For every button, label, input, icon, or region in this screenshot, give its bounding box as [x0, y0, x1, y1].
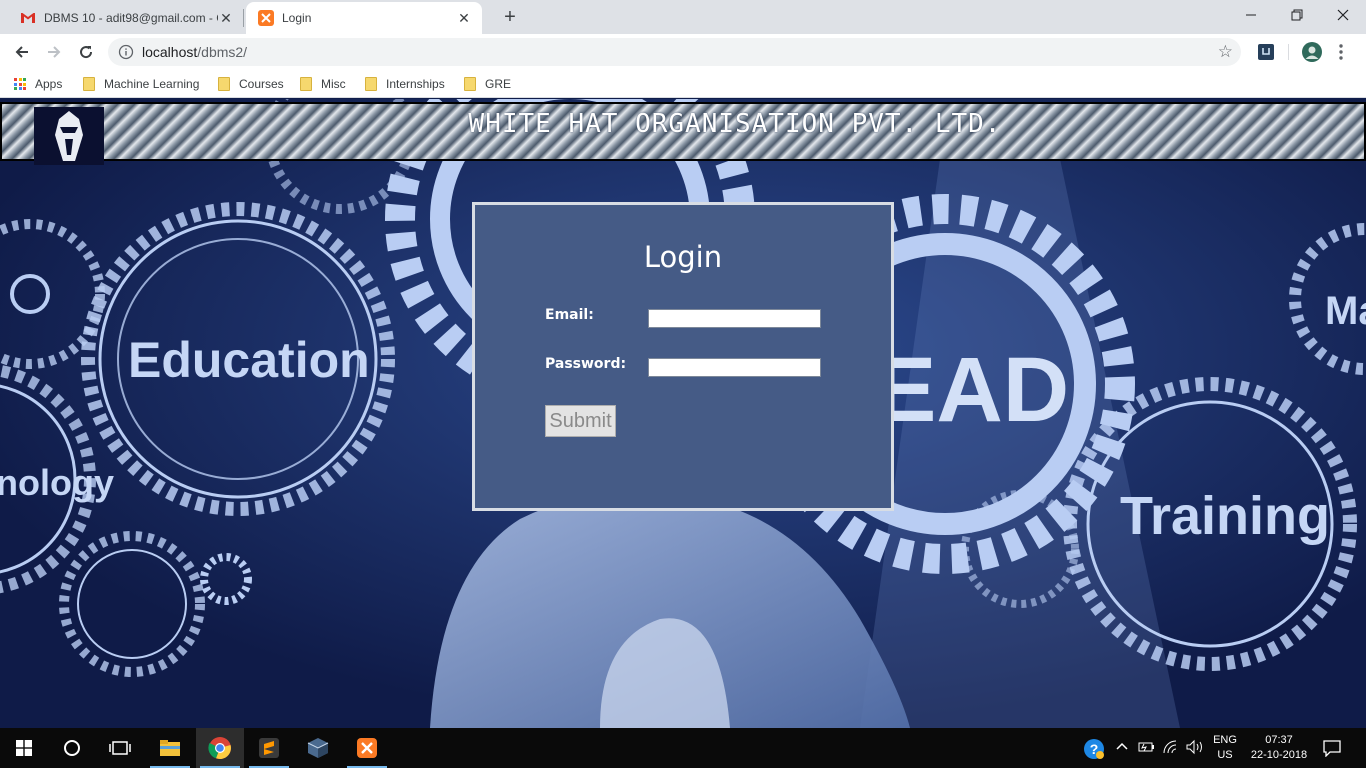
organisation-title: WHITE HAT ORGANISATION PVT. LTD.: [468, 109, 1002, 139]
action-center-icon[interactable]: [1322, 739, 1342, 762]
sublime-text-icon[interactable]: [245, 728, 293, 768]
battery-icon[interactable]: [1138, 740, 1156, 759]
bookmarks-bar: Apps Machine Learning Courses Misc Inter…: [0, 70, 1366, 98]
login-card: Login Email: Password: Submit: [472, 202, 894, 511]
bg-word-management: Ma: [1325, 289, 1366, 333]
clock[interactable]: 07:37 22-10-2018: [1244, 733, 1314, 763]
bookmark-star-icon[interactable]: ☆: [1218, 42, 1233, 62]
tab-divider: [243, 9, 244, 27]
clock-time: 07:37: [1265, 734, 1293, 746]
info-icon[interactable]: [118, 44, 134, 65]
bg-word-education: Education: [128, 332, 370, 388]
tab-login[interactable]: Login ✕: [246, 2, 482, 34]
close-window-icon[interactable]: [1320, 0, 1366, 30]
toolbar-divider: [1288, 44, 1289, 60]
close-tab-icon[interactable]: ✕: [456, 10, 472, 27]
bg-word-technology: nology: [0, 462, 114, 503]
help-icon[interactable]: ?: [1083, 738, 1105, 765]
task-view-icon[interactable]: [96, 728, 144, 768]
password-label: Password:: [545, 356, 627, 372]
forward-icon[interactable]: [42, 40, 66, 64]
tray-chevron-up-icon[interactable]: [1116, 740, 1128, 759]
tab-gmail[interactable]: DBMS 10 - adit98@gmail.com - G ✕: [8, 2, 244, 34]
restore-icon[interactable]: [1274, 0, 1320, 30]
bg-word-training: Training: [1120, 486, 1330, 546]
new-tab-icon[interactable]: +: [499, 6, 521, 28]
chrome-icon[interactable]: [196, 728, 244, 768]
bookmark-label: Internships: [386, 77, 445, 91]
reload-icon[interactable]: [74, 40, 98, 64]
minimize-icon[interactable]: [1228, 0, 1274, 30]
bookmark-label: Apps: [35, 77, 63, 91]
submit-button[interactable]: Submit: [545, 405, 616, 437]
gmail-icon: [20, 10, 36, 26]
clock-date: 22-10-2018: [1250, 749, 1308, 761]
web-page: Education nology EAD Training Ma WHITE H…: [0, 99, 1366, 728]
language-code: ENG: [1213, 734, 1237, 746]
bookmark-label: Misc: [321, 77, 346, 91]
login-title: Login: [643, 240, 723, 274]
bookmark-apps[interactable]: Apps: [14, 76, 62, 92]
folder-icon: [365, 77, 377, 91]
start-icon[interactable]: [0, 728, 48, 768]
wifi-icon[interactable]: [1162, 739, 1180, 760]
tab-strip: DBMS 10 - adit98@gmail.com - G ✕ Login ✕…: [0, 0, 1366, 34]
bookmark-courses[interactable]: Courses: [218, 76, 284, 92]
xampp-icon: [258, 10, 274, 26]
close-tab-icon[interactable]: ✕: [218, 10, 234, 27]
tab-title: Login: [282, 11, 312, 25]
browser-toolbar: localhost/dbms2/ ☆: [0, 34, 1366, 70]
bookmark-label: Courses: [239, 77, 284, 91]
email-label: Email:: [545, 307, 594, 323]
volume-icon[interactable]: [1185, 739, 1205, 760]
extension-icon[interactable]: [1257, 43, 1275, 61]
folder-icon: [464, 77, 476, 91]
bookmark-internships[interactable]: Internships: [365, 76, 445, 92]
cortana-icon[interactable]: [48, 728, 96, 768]
password-field[interactable]: [648, 358, 821, 377]
back-icon[interactable]: [10, 40, 34, 64]
tab-title: DBMS 10 - adit98@gmail.com - G: [44, 11, 218, 25]
bookmark-machine-learning[interactable]: Machine Learning: [83, 76, 199, 92]
app-cube-icon[interactable]: [294, 728, 342, 768]
language-region: US: [1217, 749, 1233, 761]
address-bar[interactable]: localhost/dbms2/ ☆: [108, 38, 1241, 66]
bookmark-misc[interactable]: Misc: [300, 76, 346, 92]
apps-grid-icon: [14, 78, 26, 90]
bg-word-lead: EAD: [875, 339, 1069, 441]
email-field[interactable]: [648, 309, 821, 328]
file-explorer-icon[interactable]: [146, 728, 194, 768]
folder-icon: [83, 77, 95, 91]
profile-avatar[interactable]: [1302, 42, 1322, 62]
bookmark-label: Machine Learning: [104, 77, 200, 91]
folder-icon: [300, 77, 312, 91]
bookmark-gre[interactable]: GRE: [464, 76, 511, 92]
menu-kebab-icon[interactable]: [1336, 43, 1346, 61]
bookmark-label: GRE: [485, 77, 512, 91]
url-text: localhost/dbms2/: [142, 44, 247, 60]
language-indicator[interactable]: ENG US: [1208, 733, 1242, 763]
url-host: localhost: [142, 44, 198, 60]
site-header: WHITE HAT ORGANISATION PVT. LTD.: [0, 102, 1366, 165]
windows-taskbar: ? ENG US 07:37 22-10-2018: [0, 728, 1366, 768]
folder-icon: [218, 77, 230, 91]
xampp-icon[interactable]: [343, 728, 391, 768]
url-path: /dbms2/: [197, 44, 248, 60]
